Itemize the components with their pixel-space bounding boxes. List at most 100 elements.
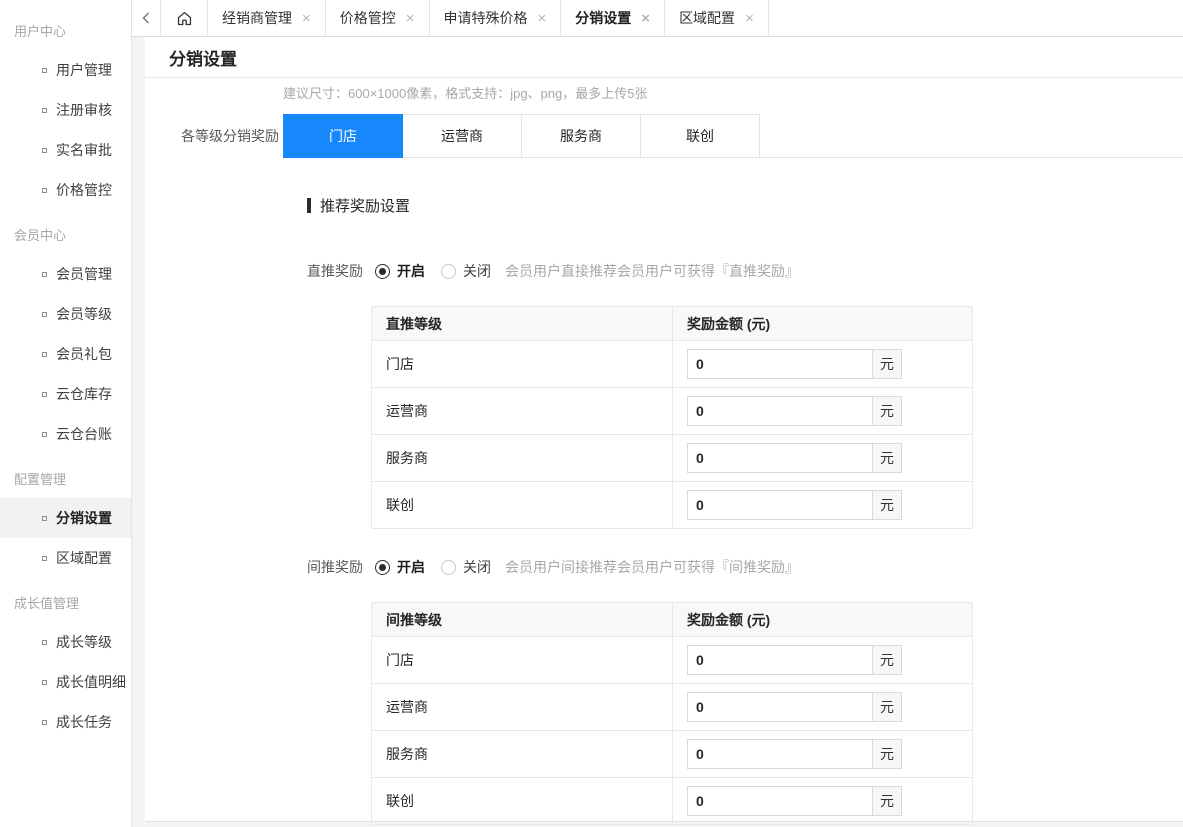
- sidebar: 用户中心 用户管理 注册审核 实名审批 价格管控 会员中心 会员管理 会员等级 …: [0, 0, 132, 827]
- square-bullet-icon: [42, 68, 47, 73]
- square-bullet-icon: [42, 272, 47, 277]
- level-cell: 运营商: [372, 388, 673, 435]
- level-cell: 联创: [372, 778, 673, 825]
- level-tab-label: 门店: [329, 126, 357, 146]
- sidebar-section-title: 会员中心: [0, 214, 131, 254]
- recommend-reward-section-heading: 推荐奖励设置: [307, 195, 1183, 216]
- sidebar-item-label: 实名审批: [56, 140, 112, 160]
- indirect-reward-off-radio[interactable]: [441, 560, 456, 575]
- close-icon[interactable]: ×: [641, 11, 650, 26]
- yuan-unit-suffix: 元: [872, 739, 902, 769]
- settings-body: 推荐奖励设置 直推奖励 开启 关闭 会员用户直接推荐会员用户可获得『直推奖励』 …: [145, 195, 1183, 825]
- sidebar-item-member-management[interactable]: 会员管理: [0, 254, 131, 294]
- direct-store-amount-input[interactable]: [687, 349, 872, 379]
- level-tab-lianchuang[interactable]: 联创: [640, 114, 760, 157]
- table-row: 服务商 元: [372, 435, 973, 482]
- page-title: 分销设置: [169, 45, 237, 70]
- sidebar-item-cloud-warehouse-stock[interactable]: 云仓库存: [0, 374, 131, 414]
- table-row: 联创 元: [372, 778, 973, 825]
- sidebar-item-label: 云仓台账: [56, 424, 112, 444]
- tab-region-config[interactable]: 区域配置 ×: [665, 0, 769, 36]
- tab-label: 经销商管理: [222, 8, 292, 28]
- top-tabbar: 经销商管理 × 价格管控 × 申请特殊价格 × 分销设置 × 区域配置 ×: [132, 0, 1183, 37]
- sidebar-item-label: 成长等级: [56, 632, 112, 652]
- square-bullet-icon: [42, 516, 47, 521]
- yuan-unit-suffix: 元: [872, 396, 902, 426]
- sidebar-item-cloud-warehouse-ledger[interactable]: 云仓台账: [0, 414, 131, 454]
- home-tab[interactable]: [161, 0, 208, 36]
- page-header: 分销设置: [145, 37, 1183, 78]
- indirect-service-provider-amount-input[interactable]: [687, 739, 872, 769]
- level-tab-service-provider[interactable]: 服务商: [521, 114, 641, 157]
- tab-label: 区域配置: [679, 8, 735, 28]
- amount-input-group: 元: [687, 490, 902, 520]
- level-cell: 服务商: [372, 731, 673, 778]
- tab-apply-special-price[interactable]: 申请特殊价格 ×: [430, 0, 562, 36]
- square-bullet-icon: [42, 312, 47, 317]
- sidebar-section-member-center: 会员中心 会员管理 会员等级 会员礼包 云仓库存 云仓台账: [0, 214, 131, 454]
- content-card: 分销设置 建议尺寸：600×1000像素，格式支持：jpg、png，最多上传5张…: [145, 37, 1183, 822]
- sidebar-item-label: 会员礼包: [56, 344, 112, 364]
- square-bullet-icon: [42, 188, 47, 193]
- amount-input-group: 元: [687, 349, 902, 379]
- sidebar-item-registration-review[interactable]: 注册审核: [0, 90, 131, 130]
- direct-reward-on-radio[interactable]: [375, 264, 390, 279]
- direct-lianchuang-amount-input[interactable]: [687, 490, 872, 520]
- tab-dealer-management[interactable]: 经销商管理 ×: [208, 0, 326, 36]
- indirect-operator-amount-input[interactable]: [687, 692, 872, 722]
- direct-operator-amount-input[interactable]: [687, 396, 872, 426]
- level-tab-label: 运营商: [441, 126, 483, 146]
- home-icon: [176, 10, 193, 27]
- sidebar-item-growth-task[interactable]: 成长任务: [0, 702, 131, 742]
- sidebar-item-price-control[interactable]: 价格管控: [0, 170, 131, 210]
- sidebar-item-label: 区域配置: [56, 548, 112, 568]
- square-bullet-icon: [42, 392, 47, 397]
- sidebar-item-realname-approval[interactable]: 实名审批: [0, 130, 131, 170]
- square-bullet-icon: [42, 680, 47, 685]
- yuan-unit-suffix: 元: [872, 645, 902, 675]
- sidebar-item-distribution-settings[interactable]: 分销设置: [0, 498, 131, 538]
- table-row: 门店 元: [372, 341, 973, 388]
- back-button[interactable]: [132, 0, 161, 36]
- direct-reward-label: 直推奖励: [307, 261, 363, 281]
- close-icon[interactable]: ×: [302, 11, 311, 26]
- table-row: 运营商 元: [372, 684, 973, 731]
- column-header-level: 间推等级: [372, 603, 673, 637]
- yuan-unit-suffix: 元: [872, 349, 902, 379]
- radio-dot: [379, 564, 386, 571]
- amount-input-group: 元: [687, 396, 902, 426]
- indirect-reward-row: 间推奖励 开启 关闭 会员用户间接推荐会员用户可获得『间推奖励』: [307, 558, 1183, 576]
- tab-distribution-settings[interactable]: 分销设置 ×: [561, 0, 665, 36]
- direct-reward-off-radio[interactable]: [441, 264, 456, 279]
- sidebar-item-growth-level[interactable]: 成长等级: [0, 622, 131, 662]
- square-bullet-icon: [42, 720, 47, 725]
- indirect-reward-table: 间推等级 奖励金额 (元) 门店 元 运营商 元 服务商 元 联创 元: [371, 602, 973, 825]
- level-cell: 门店: [372, 637, 673, 684]
- sidebar-item-label: 分销设置: [56, 508, 112, 528]
- sidebar-item-label: 价格管控: [56, 180, 112, 200]
- tab-price-control[interactable]: 价格管控 ×: [326, 0, 430, 36]
- indirect-reward-on-radio[interactable]: [375, 560, 390, 575]
- level-tab-operator[interactable]: 运营商: [402, 114, 522, 157]
- sidebar-item-member-level[interactable]: 会员等级: [0, 294, 131, 334]
- direct-reward-off-label: 关闭: [463, 261, 491, 281]
- sidebar-item-region-config[interactable]: 区域配置: [0, 538, 131, 578]
- level-tab-store[interactable]: 门店: [283, 114, 403, 158]
- sidebar-item-growth-value-detail[interactable]: 成长值明细: [0, 662, 131, 702]
- section-title: 推荐奖励设置: [320, 195, 410, 216]
- section-accent-bar: [307, 198, 311, 213]
- sidebar-item-member-gift-pack[interactable]: 会员礼包: [0, 334, 131, 374]
- sidebar-section-config-management: 配置管理 分销设置 区域配置: [0, 458, 131, 578]
- yuan-unit-suffix: 元: [872, 786, 902, 816]
- indirect-store-amount-input[interactable]: [687, 645, 872, 675]
- level-cell: 门店: [372, 341, 673, 388]
- sidebar-item-user-management[interactable]: 用户管理: [0, 50, 131, 90]
- table-row: 门店 元: [372, 637, 973, 684]
- indirect-lianchuang-amount-input[interactable]: [687, 786, 872, 816]
- close-icon[interactable]: ×: [745, 11, 754, 26]
- close-icon[interactable]: ×: [538, 11, 547, 26]
- direct-service-provider-amount-input[interactable]: [687, 443, 872, 473]
- sidebar-item-label: 用户管理: [56, 60, 112, 80]
- close-icon[interactable]: ×: [406, 11, 415, 26]
- direct-reward-table: 直推等级 奖励金额 (元) 门店 元 运营商 元 服务商 元 联创 元: [371, 306, 973, 529]
